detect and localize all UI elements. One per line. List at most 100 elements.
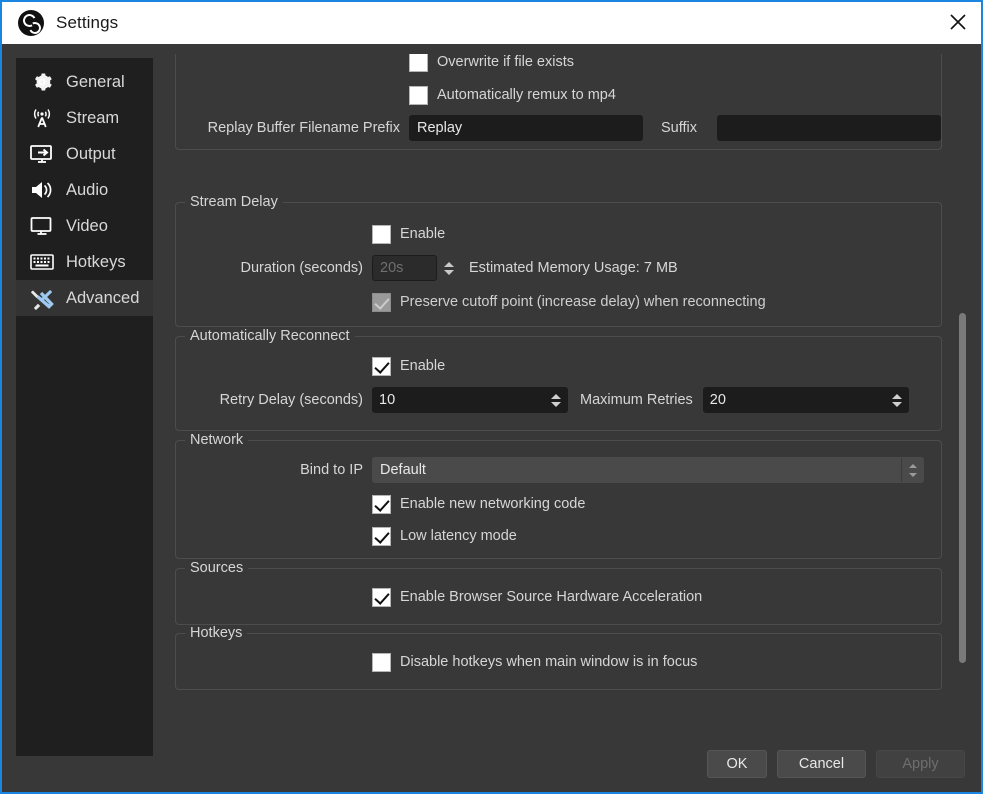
ok-button[interactable]: OK: [707, 750, 767, 778]
checkbox-box: [372, 652, 391, 672]
overwrite-if-file-exists-checkbox[interactable]: Overwrite if file exists: [409, 54, 574, 72]
estimated-memory-usage-label: Estimated Memory Usage: 7 MB: [469, 260, 678, 276]
maximum-retries-value: 20: [709, 392, 726, 408]
maximum-retries-spinbox[interactable]: 20: [702, 387, 909, 413]
cancel-button[interactable]: Cancel: [777, 750, 866, 778]
preserve-cutoff-point-checkbox: Preserve cutoff point (increase delay) w…: [372, 292, 766, 312]
checkbox-label: Low latency mode: [400, 528, 517, 544]
stream-delay-group: Stream Delay Enable Duration (seconds) 2…: [175, 194, 942, 327]
checkbox-label: Overwrite if file exists: [437, 54, 574, 70]
checkbox-box: [372, 587, 391, 607]
disable-hotkeys-in-focus-checkbox[interactable]: Disable hotkeys when main window is in f…: [372, 652, 698, 672]
sidebar-item-video[interactable]: Video: [16, 208, 153, 244]
settings-window: Settings General Stream Output Audio Vid…: [0, 0, 983, 794]
retry-delay-stepper[interactable]: [547, 387, 565, 413]
checkbox-label: Enable Browser Source Hardware Accelerat…: [400, 589, 703, 605]
sidebar-item-label: Video: [66, 216, 108, 235]
combo-arrows[interactable]: [901, 458, 923, 482]
checkbox-label: Disable hotkeys when main window is in f…: [400, 654, 698, 670]
auto-reconnect-group: Automatically Reconnect Enable Retry Del…: [175, 328, 942, 431]
replay-buffer-suffix-label: Suffix: [661, 120, 698, 136]
sidebar-item-advanced[interactable]: Advanced: [16, 280, 153, 316]
sidebar-item-general[interactable]: General: [16, 64, 153, 100]
checkbox-label: Preserve cutoff point (increase delay) w…: [400, 294, 766, 310]
stream-delay-duration-input[interactable]: 20s: [372, 255, 437, 281]
sidebar-item-label: Hotkeys: [66, 252, 126, 271]
auto-reconnect-enable-checkbox[interactable]: Enable: [372, 356, 446, 376]
dialog-body: General Stream Output Audio Video Hotkey…: [2, 44, 981, 792]
dialog-buttons: OK Cancel Apply: [707, 750, 965, 778]
group-title: Hotkeys: [185, 625, 248, 641]
checkbox-box: [372, 526, 391, 546]
checkbox-box: [409, 85, 428, 105]
checkbox-box: [372, 494, 391, 514]
keyboard-icon: [27, 249, 57, 275]
obs-logo-icon: [18, 10, 44, 36]
output-icon: [27, 141, 57, 167]
checkbox-label: Enable: [400, 226, 446, 242]
chevron-up-icon: [551, 393, 561, 399]
sidebar-item-stream[interactable]: Stream: [16, 100, 153, 136]
bind-to-ip-label: Bind to IP: [300, 462, 363, 478]
stream-delay-enable-checkbox[interactable]: Enable: [372, 224, 446, 244]
speaker-icon: [27, 177, 57, 203]
checkbox-label: Enable new networking code: [400, 496, 586, 512]
sidebar-item-hotkeys[interactable]: Hotkeys: [16, 244, 153, 280]
group-title: Automatically Reconnect: [185, 328, 355, 344]
apply-button: Apply: [876, 750, 965, 778]
replay-buffer-prefix-label: Replay Buffer Filename Prefix: [207, 120, 400, 136]
tools-icon: [27, 285, 57, 311]
sidebar-item-label: Output: [66, 144, 116, 163]
browser-source-hardware-acceleration-checkbox[interactable]: Enable Browser Source Hardware Accelerat…: [372, 587, 703, 607]
settings-scroll-area[interactable]: Overwrite if file exists Automatically r…: [169, 54, 966, 714]
chevron-up-icon: [444, 261, 454, 267]
title-bar: Settings: [2, 2, 981, 44]
checkbox-box: [372, 356, 391, 376]
sidebar-item-label: Audio: [66, 180, 109, 199]
maximum-retries-label: Maximum Retries: [580, 392, 693, 408]
replay-buffer-suffix-input[interactable]: [717, 115, 941, 141]
chevron-down-icon: [551, 401, 561, 407]
chevron-down-icon: [908, 472, 917, 477]
chevron-up-icon: [891, 393, 902, 399]
settings-sidebar: General Stream Output Audio Video Hotkey…: [16, 58, 153, 756]
checkbox-label: Enable: [400, 358, 446, 374]
sidebar-item-label: Stream: [66, 108, 120, 127]
recording-group: Overwrite if file exists Automatically r…: [175, 54, 942, 150]
sidebar-item-output[interactable]: Output: [16, 136, 153, 172]
hotkeys-group: Hotkeys Disable hotkeys when main window…: [175, 625, 942, 690]
gear-icon: [27, 69, 57, 95]
retry-delay-value: 10: [379, 392, 396, 408]
stream-delay-duration-stepper[interactable]: [440, 251, 458, 285]
chevron-down-icon: [891, 401, 902, 407]
checkbox-box: [372, 224, 391, 244]
bind-to-ip-combobox[interactable]: Default: [372, 457, 924, 483]
close-icon: [949, 14, 966, 30]
low-latency-mode-checkbox[interactable]: Low latency mode: [372, 526, 517, 546]
enable-new-networking-code-checkbox[interactable]: Enable new networking code: [372, 494, 586, 514]
stream-delay-duration-label: Duration (seconds): [240, 260, 364, 276]
chevron-down-icon: [444, 269, 454, 275]
sources-group: Sources Enable Browser Source Hardware A…: [175, 560, 942, 625]
bind-to-ip-value: Default: [380, 462, 426, 478]
retry-delay-label: Retry Delay (seconds): [219, 392, 363, 408]
chevron-up-icon: [908, 463, 917, 468]
sidebar-item-audio[interactable]: Audio: [16, 172, 153, 208]
sidebar-item-label: General: [66, 72, 125, 91]
checkbox-label: Automatically remux to mp4: [437, 87, 616, 103]
window-title: Settings: [56, 13, 119, 32]
group-title: Sources: [185, 560, 249, 576]
sidebar-item-label: Advanced: [66, 288, 140, 307]
monitor-icon: [27, 213, 57, 239]
group-title: Stream Delay: [185, 194, 283, 210]
broadcast-icon: [27, 105, 57, 131]
auto-remux-mp4-checkbox[interactable]: Automatically remux to mp4: [409, 85, 616, 105]
close-button[interactable]: [934, 2, 981, 42]
scrollbar-thumb[interactable]: [959, 313, 966, 663]
checkbox-box: [372, 292, 391, 312]
replay-buffer-prefix-input[interactable]: Replay: [409, 115, 643, 141]
maximum-retries-stepper[interactable]: [888, 387, 906, 413]
retry-delay-spinbox[interactable]: 10: [372, 387, 568, 413]
checkbox-box: [409, 54, 428, 72]
settings-scrollbar[interactable]: [958, 58, 967, 708]
